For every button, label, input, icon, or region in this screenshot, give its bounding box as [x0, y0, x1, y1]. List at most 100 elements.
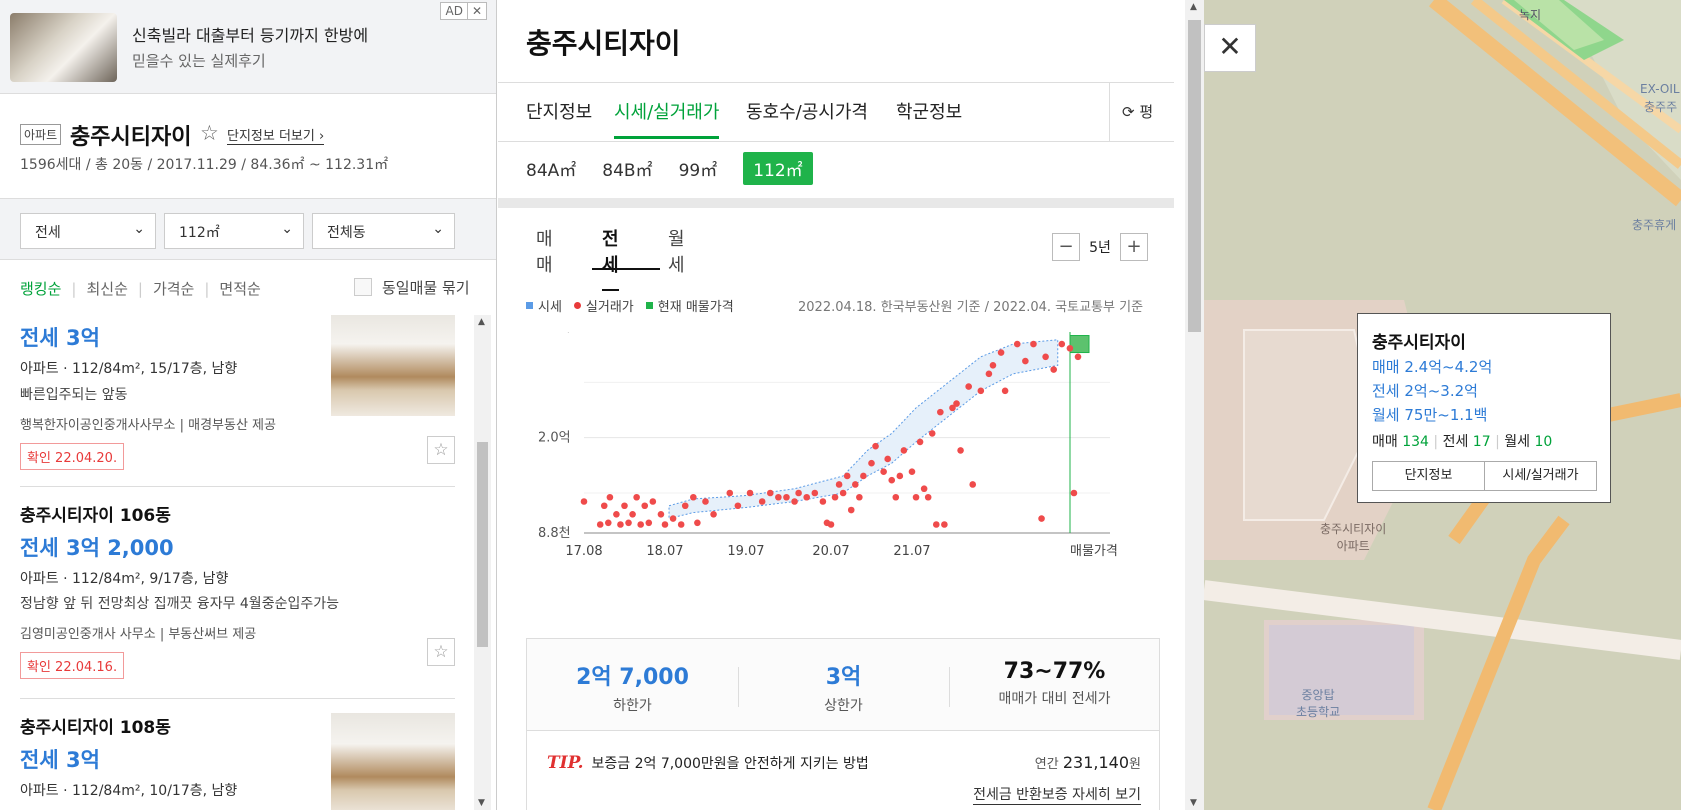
size-option[interactable]: 99㎡ [679, 152, 718, 185]
listing-scrollbar[interactable]: ▲ ▼ [474, 315, 491, 810]
scroll-thumb[interactable] [1188, 20, 1201, 332]
sort-price[interactable]: 가격순 [153, 278, 194, 299]
area-value: 112㎡ [179, 225, 220, 241]
actual-price-point [937, 408, 944, 416]
complex-info-more-link[interactable]: 단지정보 더보기 › [227, 125, 325, 145]
size-option[interactable]: 84A㎡ [526, 152, 576, 185]
listing-item[interactable]: 전세 3억 아파트 · 112/84m², 15/17층, 남향 빠른입주되는 … [20, 315, 455, 470]
detail-scrollbar[interactable]: ▲ ▼ [1185, 0, 1204, 810]
favorite-star-icon[interactable]: ☆ [427, 436, 455, 464]
map-label-apt[interactable]: 충주시티자이 아파트 [1320, 520, 1386, 554]
subtab-sale[interactable]: 매매 [536, 225, 553, 277]
actual-price-point [677, 521, 685, 528]
subtab-monthly[interactable]: 월세 [668, 225, 685, 277]
scroll-down-icon[interactable]: ▼ [1190, 798, 1197, 808]
popup-jeonse-range[interactable]: 전세 2억~3.2억 [1372, 380, 1596, 401]
ad-thumbnail[interactable] [10, 13, 117, 82]
popup-complex-info-button[interactable]: 단지정보 [1373, 462, 1484, 490]
sort-area[interactable]: 면적순 [219, 278, 260, 299]
plus-button[interactable]: + [1120, 233, 1148, 261]
minus-button[interactable]: − [1052, 233, 1080, 261]
actual-price-point [819, 498, 827, 505]
listing-spec: 아파트 · 112/84m², 9/17층, 남향 [20, 571, 229, 587]
trade-type-select[interactable]: 전세 ⌄ [20, 213, 156, 249]
tip-text-row: TIP. 보증금 2억 7,000만원을 안전하게 지키는 방법 [547, 753, 869, 773]
price-chart[interactable]: 3.3억 2.0억 8.8천 17.08 18.07 19.07 20.07 21.07 매물가… [528, 332, 1148, 594]
area-select[interactable]: 112㎡ ⌄ [164, 213, 304, 249]
actual-price-point [928, 430, 936, 437]
ad-headline[interactable]: 신축빌라 대출부터 등기까지 한방에 [132, 22, 368, 46]
building-select[interactable]: 전체동 ⌄ [312, 213, 455, 249]
map-label-school-type: 초등학교 [1296, 705, 1341, 719]
scroll-up-icon[interactable]: ▲ [1190, 2, 1197, 12]
favorite-star-icon[interactable]: ☆ [200, 121, 219, 145]
period-value: 5년 [1089, 240, 1111, 256]
ad-subline[interactable]: 믿을수 있는 실제후기 [132, 50, 266, 71]
actual-price-point [580, 498, 588, 505]
popup-price-button[interactable]: 시세/실거래가 [1484, 462, 1596, 490]
favorite-star-icon[interactable]: ☆ [427, 638, 455, 666]
actual-price-point [633, 493, 640, 501]
tab-complex-info[interactable]: 단지정보 [526, 98, 592, 124]
annual-unit: 원 [1129, 757, 1141, 772]
actual-price-point [831, 493, 839, 501]
actual-price-point [985, 370, 993, 378]
actual-price-point [694, 519, 701, 527]
popup-counts: 매매 134 | 전세 17 | 월세 10 [1372, 431, 1596, 451]
actual-price-point [629, 510, 636, 518]
actual-price-point [856, 493, 863, 501]
tab-price[interactable]: 시세/실거래가 [614, 98, 720, 139]
close-icon[interactable]: ✕ [1204, 24, 1256, 72]
size-options: 84A㎡ 84B㎡ 99㎡ 112㎡ [526, 152, 839, 185]
map-popup[interactable]: 충주시티자이 매매 2.4억~4.2억 전세 2억~3.2억 월세 75만~1.… [1357, 313, 1611, 503]
actual-price-point [908, 468, 916, 476]
popup-sale-range[interactable]: 매매 2.4억~4.2억 [1372, 356, 1596, 377]
scroll-thumb[interactable] [477, 442, 488, 647]
confirm-date-badge: 확인 22.04.16. [20, 652, 125, 679]
size-option-active[interactable]: 112㎡ [743, 152, 813, 185]
listing-photo[interactable] [331, 713, 455, 810]
actual-price-point [916, 438, 924, 446]
same-listing-checkbox[interactable] [354, 278, 372, 296]
scroll-up-icon[interactable]: ▲ [478, 317, 485, 327]
tab-unit-price[interactable]: 동호수/공시가격 [746, 98, 868, 124]
pyeong-toggle-button[interactable]: ⟳ 평 [1109, 83, 1174, 141]
guarantee-detail-link[interactable]: 전세금 반환보증 자세히 보기 [973, 784, 1141, 805]
actual-price-point [1074, 353, 1082, 361]
tip-label: TIP. [547, 753, 584, 773]
actual-price-point [924, 493, 932, 501]
x-tick-label: 20.07 [812, 544, 849, 559]
actual-price-point [896, 472, 904, 480]
tab-school[interactable]: 학군정보 [896, 98, 962, 124]
data-source-note: 2022.04.18. 한국부동산원 기준 / 2022.04. 국토교통부 기… [798, 300, 1144, 315]
actual-price-point [969, 481, 977, 488]
listing-photo[interactable] [331, 315, 455, 416]
divider: | [71, 279, 77, 298]
actual-price-point [702, 498, 709, 505]
actual-price-point [1042, 353, 1049, 361]
map-label-chungju: 충주주 [1644, 100, 1678, 114]
same-listing-label[interactable]: 동일매물 묶기 [382, 277, 470, 298]
map-label-school[interactable]: 중앙탑 초등학교 [1296, 686, 1340, 720]
listing-list: 전세 3억 아파트 · 112/84m², 15/17층, 남향 빠른입주되는 … [0, 315, 474, 810]
listing-item[interactable]: 충주시티자이 108동 전세 3억 아파트 · 112/84m², 10/17층… [20, 713, 455, 810]
actual-price-point [746, 489, 754, 497]
count-value: 17 [1472, 434, 1491, 450]
ad-banner[interactable]: 신축빌라 대출부터 등기까지 한방에 믿을수 있는 실제후기 AD ✕ [0, 0, 496, 94]
legend-swatch [573, 302, 581, 309]
actual-price-point [681, 502, 689, 510]
sort-options: 랭킹순 | 최신순 | 가격순 | 면적순 [20, 278, 271, 299]
popup-monthly-range[interactable]: 월세 75만~1.1백 [1372, 404, 1596, 425]
actual-price-point [847, 506, 855, 514]
listing-item[interactable]: 충주시티자이 106동 전세 3억 2,000 아파트 · 112/84m², … [20, 501, 455, 679]
actual-price-point [1058, 340, 1066, 348]
sort-latest[interactable]: 최신순 [86, 278, 127, 299]
x-tick-label: 21.07 [893, 544, 930, 559]
legend-swatch [526, 302, 533, 309]
subtab-jeonse[interactable]: 전세 [602, 225, 619, 291]
size-option[interactable]: 84B㎡ [602, 152, 652, 185]
sort-ranking[interactable]: 랭킹순 [20, 278, 61, 299]
ad-close-icon[interactable]: ✕ [466, 3, 486, 19]
scroll-down-icon[interactable]: ▼ [478, 798, 485, 808]
actual-price-point [606, 493, 614, 501]
